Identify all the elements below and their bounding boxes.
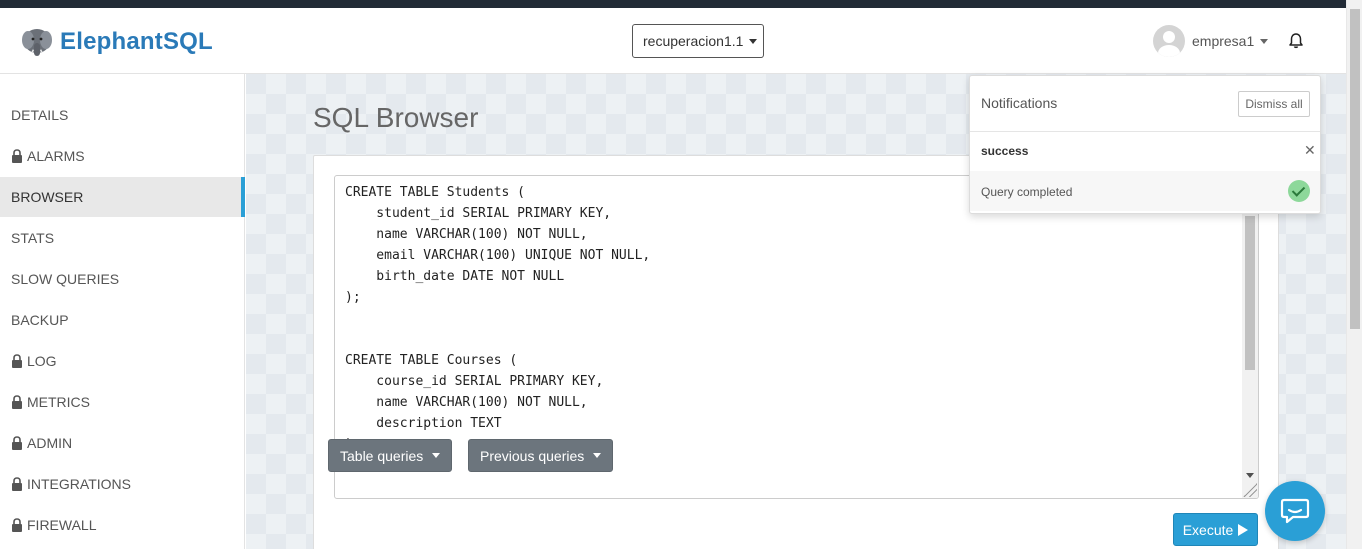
sidebar-item-label: ADMIN: [27, 435, 73, 451]
sidebar-item-label: BACKUP: [11, 312, 69, 328]
chevron-down-icon: [1260, 38, 1269, 44]
notifications-title: Notifications: [981, 95, 1058, 111]
elephant-logo-icon: [22, 29, 52, 56]
sidebar-item-alarms[interactable]: ALARMS: [0, 136, 245, 176]
close-icon[interactable]: ✕: [1304, 142, 1316, 159]
editor-scrollbar[interactable]: [1242, 176, 1258, 498]
user-menu[interactable]: empresa1: [1153, 24, 1269, 58]
sidebar-item-log[interactable]: LOG: [0, 341, 245, 381]
notifications-header: Notifications Dismiss all: [970, 76, 1320, 132]
play-icon: [1238, 523, 1249, 536]
sidebar-item-stats[interactable]: STATS: [0, 218, 245, 258]
chevron-down-icon: [749, 38, 758, 44]
table-queries-button[interactable]: Table queries: [328, 439, 453, 472]
sidebar-item-backup[interactable]: BACKUP: [0, 300, 245, 340]
sql-query-text[interactable]: CREATE TABLE Students ( student_id SERIA…: [345, 182, 650, 455]
sidebar-item-details[interactable]: DETAILS: [0, 95, 245, 135]
sidebar-item-label: INTEGRATIONS: [27, 476, 131, 492]
lock-icon: [12, 477, 22, 491]
sidebar-item-integrations[interactable]: INTEGRATIONS: [0, 464, 245, 504]
editor-scroll-thumb[interactable]: [1245, 216, 1255, 370]
sidebar-item-slow-queries[interactable]: SLOW QUERIES: [0, 259, 245, 299]
sidebar-item-label: METRICS: [27, 394, 90, 410]
instance-select[interactable]: recuperacion1.1: [632, 24, 764, 58]
sidebar: DETAILS ALARMS BROWSER STATS SLOW QUERIES BAC…: [0, 74, 245, 549]
lock-icon: [12, 518, 22, 532]
navbar: ElephantSQL recuperacion1.1 empresa1: [0, 8, 1346, 74]
previous-queries-button[interactable]: Previous queries: [468, 439, 614, 472]
previous-queries-label: Previous queries: [480, 447, 585, 464]
sidebar-item-firewall[interactable]: FIREWALL: [0, 505, 245, 545]
notification-status: success: [981, 144, 1029, 158]
page-title: SQL Browser: [313, 102, 479, 133]
bell-icon[interactable]: [1288, 32, 1304, 50]
sidebar-item-label: FIREWALL: [27, 517, 97, 533]
sidebar-item-admin[interactable]: ADMIN: [0, 423, 245, 463]
avatar: [1153, 25, 1185, 57]
chevron-down-icon: [432, 453, 441, 458]
query-panel: CREATE TABLE Students ( student_id SERIA…: [313, 155, 1279, 549]
lock-icon: [12, 395, 22, 409]
dismiss-all-button[interactable]: Dismiss all: [1238, 91, 1310, 117]
notification-item: Query completed: [970, 171, 1320, 211]
chat-support-button[interactable]: [1265, 481, 1325, 541]
instance-select-value: recuperacion1.1: [643, 33, 744, 49]
sidebar-item-label: ALARMS: [27, 148, 85, 164]
brand-name: ElephantSQL: [60, 28, 213, 55]
execute-label: Execute: [1182, 521, 1234, 538]
scroll-down-arrow-icon[interactable]: [1246, 473, 1254, 478]
sidebar-item-metrics[interactable]: METRICS: [0, 382, 245, 422]
check-circle-icon: [1288, 180, 1310, 202]
username: empresa1: [1192, 33, 1255, 49]
execute-button[interactable]: Execute: [1173, 513, 1258, 546]
chevron-down-icon: [593, 453, 602, 458]
sidebar-item-label: DETAILS: [11, 107, 69, 123]
lock-icon: [12, 149, 22, 163]
table-queries-label: Table queries: [340, 447, 424, 464]
page-scroll-thumb[interactable]: [1350, 9, 1360, 329]
chat-icon: [1280, 498, 1310, 524]
sidebar-item-label: BROWSER: [11, 189, 84, 205]
page-scrollbar[interactable]: [1346, 0, 1362, 549]
notification-message: Query completed: [981, 185, 1073, 199]
sidebar-item-label: LOG: [27, 353, 57, 369]
sidebar-item-label: STATS: [11, 230, 55, 246]
sidebar-item-label: SLOW QUERIES: [11, 271, 120, 287]
lock-icon: [12, 354, 22, 368]
top-strip: [0, 0, 1346, 8]
sidebar-item-browser[interactable]: BROWSER: [0, 177, 245, 217]
resize-handle-icon[interactable]: [1243, 483, 1257, 497]
brand[interactable]: ElephantSQL: [20, 24, 213, 60]
lock-icon: [12, 436, 22, 450]
notifications-panel: Notifications Dismiss all success ✕ Quer…: [969, 75, 1321, 214]
